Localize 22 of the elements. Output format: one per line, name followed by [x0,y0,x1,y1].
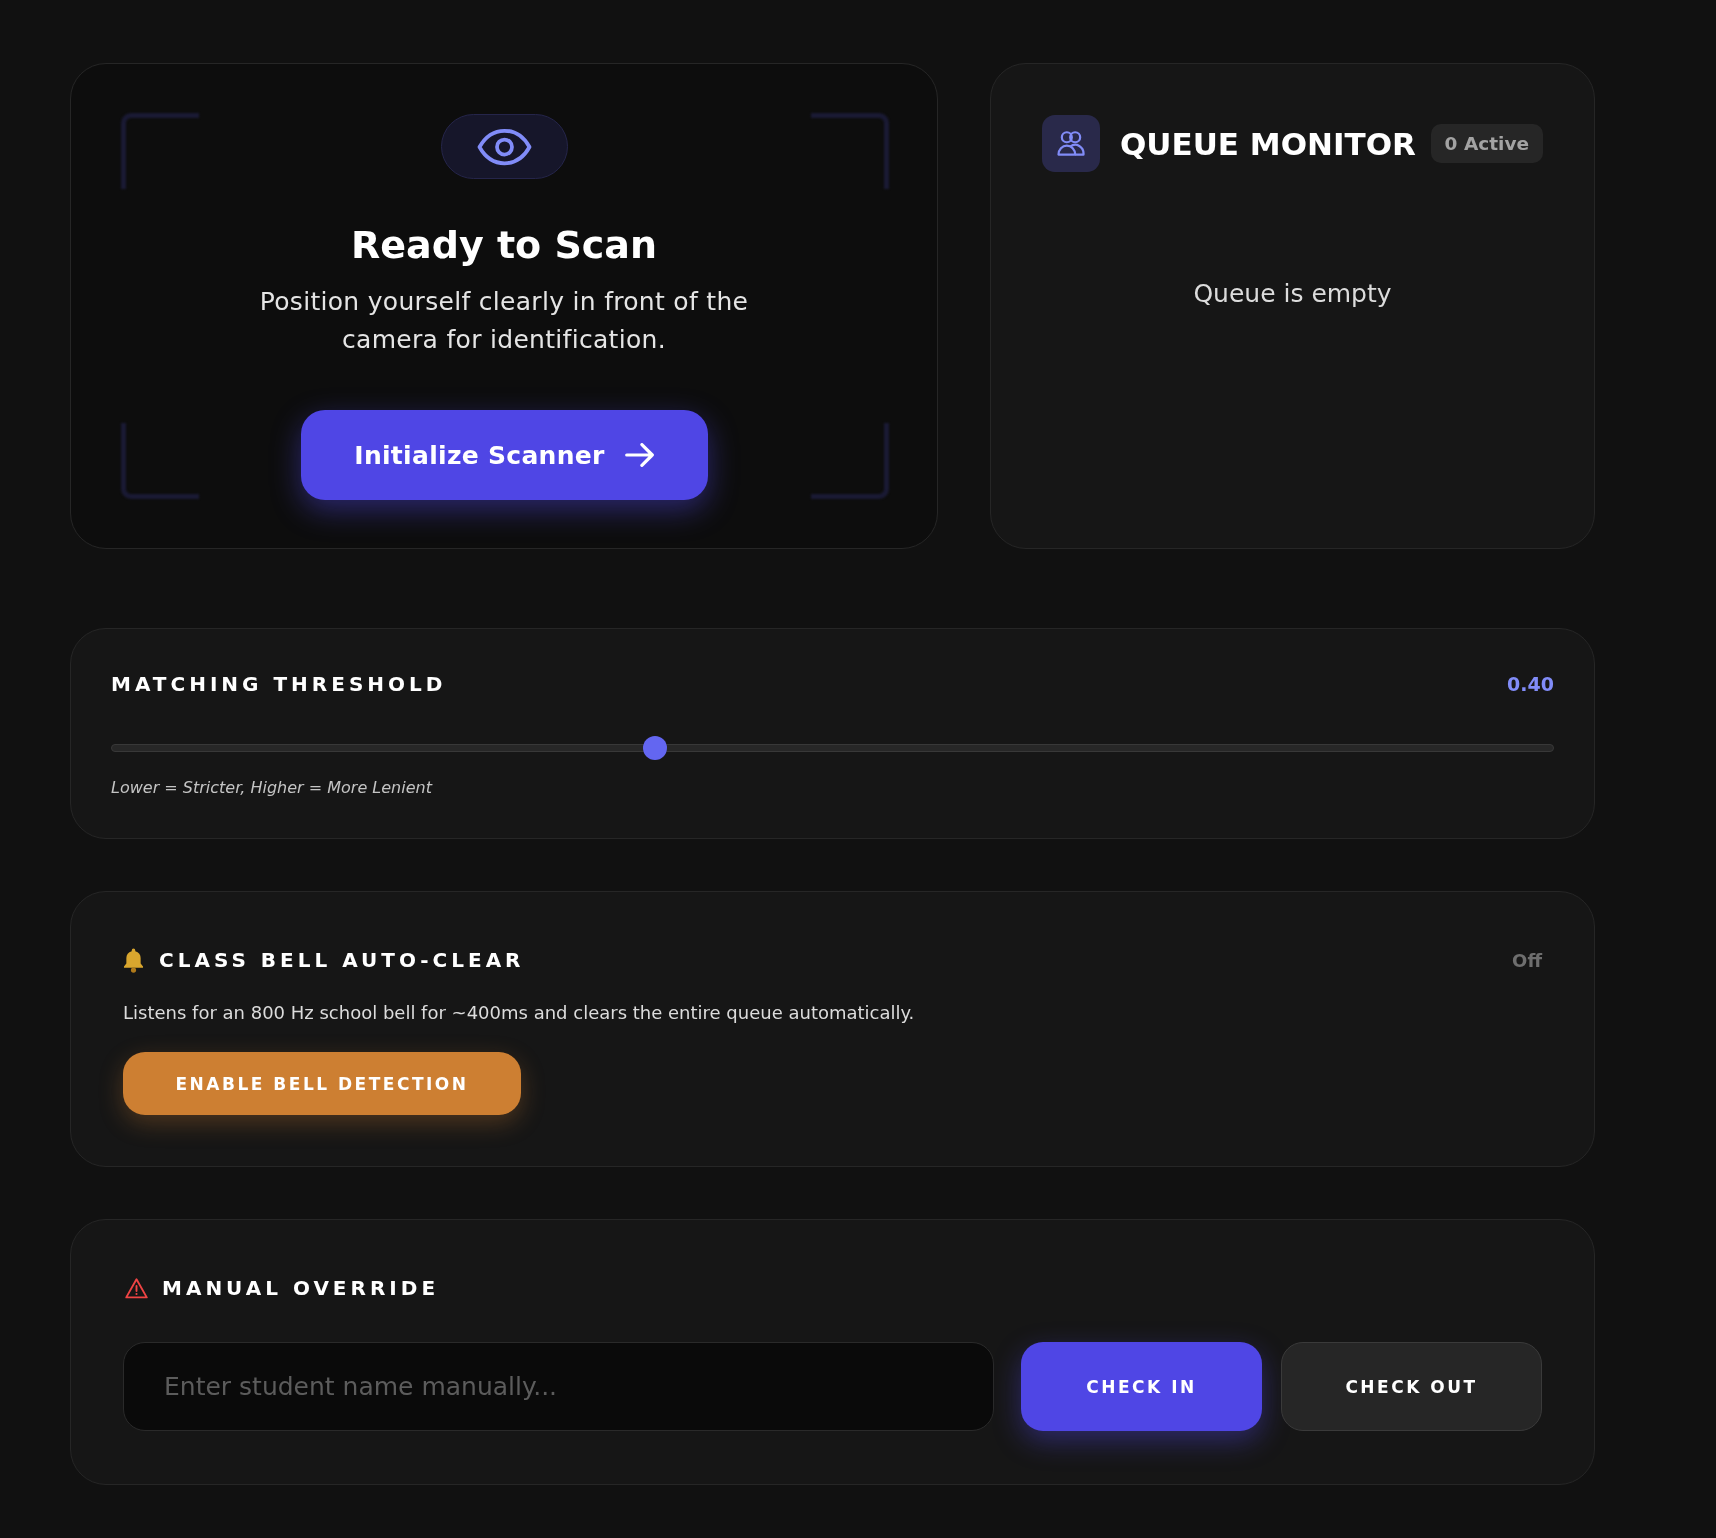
empty-queue-message: Queue is empty [1192,279,1393,309]
bell-icon [123,947,144,973]
queue-title: QUEUE MONITOR [1120,124,1416,163]
warning-icon [125,1277,148,1299]
threshold-hint: Lower = Stricter, Higher = More Lenient [111,778,434,798]
threshold-title: MATCHING THRESHOLD [111,672,447,696]
arrow-right-icon [624,443,654,467]
bell-title: CLASS BELL AUTO-CLEAR [159,948,525,972]
threshold-value: 0.40 [1507,673,1554,695]
bell-status: Off [1512,949,1542,971]
threshold-slider[interactable] [111,736,1554,760]
scanner-title: Ready to Scan [351,222,657,268]
check-in-button[interactable]: CHECK IN [1021,1342,1262,1431]
student-name-input[interactable]: Enter student name manually... [123,1342,994,1431]
bell-description: Listens for an 800 Hz school bell for ~400ms and clears the entire queue automatically. [123,1001,916,1025]
initialize-scanner-button[interactable]: Initialize Scanner [300,410,708,500]
manual-override-title: MANUAL OVERRIDE [162,1276,440,1300]
slider-thumb[interactable] [643,736,668,760]
users-icon [1042,115,1100,172]
check-out-button[interactable]: CHECK OUT [1281,1342,1542,1431]
active-count-badge: 0 Active [1430,124,1543,163]
scanner-description: Position yourself clearly in front of the camera for identification. [258,286,750,356]
